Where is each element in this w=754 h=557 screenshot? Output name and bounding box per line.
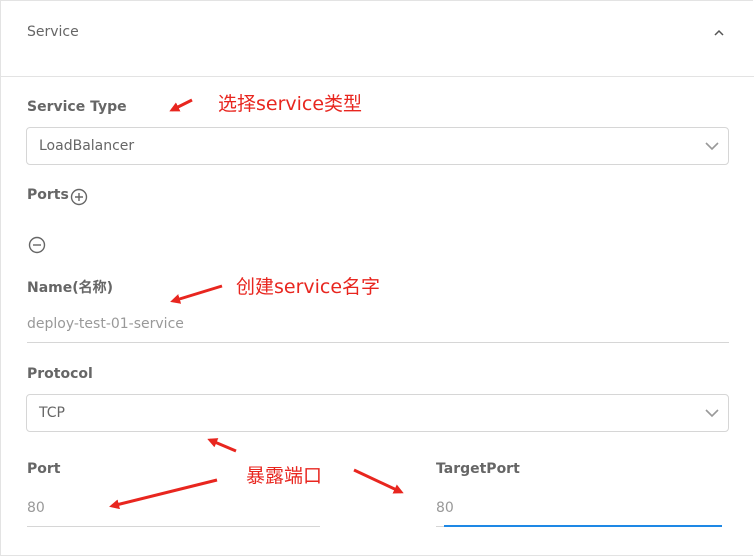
port-input[interactable]: 80 (27, 500, 45, 516)
port-input-underline (27, 526, 320, 527)
protocol-value: TCP (39, 405, 65, 421)
port-annotation: 暴露端口 (246, 465, 323, 487)
port-label: Port (27, 461, 61, 477)
target-port-input[interactable]: 80 (436, 500, 454, 516)
service-type-annotation: 选择service类型 (218, 93, 363, 115)
chevron-up-icon[interactable] (712, 26, 726, 40)
section-header[interactable]: Service (0, 0, 754, 77)
chevron-down-icon (705, 409, 719, 418)
ports-label: Ports (27, 187, 69, 203)
name-label: Name(名称) (27, 280, 114, 296)
protocol-select[interactable]: TCP (26, 394, 729, 432)
protocol-label: Protocol (27, 366, 93, 382)
name-input-underline (27, 342, 729, 343)
target-port-label: TargetPort (436, 461, 520, 477)
service-type-value: LoadBalancer (39, 138, 135, 154)
target-port-focus-bar (444, 525, 722, 527)
remove-port-icon[interactable] (28, 236, 46, 254)
name-annotation: 创建service名字 (236, 276, 381, 298)
section-title: Service (27, 24, 79, 40)
add-port-icon[interactable] (70, 188, 88, 206)
chevron-down-icon (705, 142, 719, 151)
service-type-select[interactable]: LoadBalancer (26, 127, 729, 165)
name-input[interactable]: deploy-test-01-service (27, 316, 184, 332)
service-type-label: Service Type (27, 99, 127, 115)
